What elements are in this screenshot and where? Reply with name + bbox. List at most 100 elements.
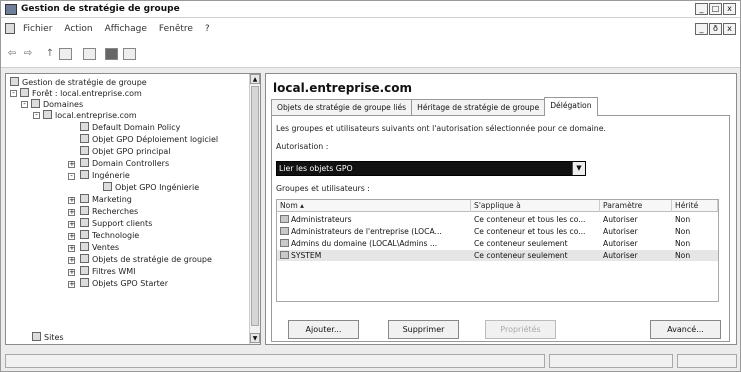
column-nom[interactable]: Nom ▴ <box>277 200 471 212</box>
child-close-button[interactable]: x <box>723 23 736 35</box>
collapse-icon[interactable]: - <box>33 112 40 119</box>
tree-item-recherches[interactable]: Recherches <box>80 206 138 217</box>
status-pane-3 <box>677 354 737 368</box>
tree-item-starter-gpo[interactable]: Objets GPO Starter <box>80 278 168 289</box>
menu-bar: Fichier Action Affichage Fenêtre ? _ ð x <box>1 18 740 41</box>
expand-icon[interactable]: + <box>68 161 75 168</box>
tab-inheritance[interactable]: Héritage de stratégie de groupe <box>411 99 546 116</box>
forward-arrow-icon[interactable]: ⇨ <box>21 47 35 61</box>
scroll-thumb[interactable] <box>251 86 259 326</box>
table-row[interactable]: Administrateurs de l'entreprise (LOCA...… <box>277 226 718 237</box>
back-arrow-icon[interactable]: ⇦ <box>5 47 19 61</box>
child-restore-button[interactable]: ð <box>709 23 722 35</box>
groups-users-list: Nom ▴ S'applique à Paramètre Hérité Admi… <box>276 199 719 302</box>
tree-item-gpo-ingenierie[interactable]: Objet GPO Ingénierie <box>103 182 199 193</box>
main-window: Gestion de stratégie de groupe _ □ x Fic… <box>0 0 741 372</box>
tree-item-gpo-container[interactable]: Objets de stratégie de groupe <box>80 254 212 265</box>
domain-icon <box>43 110 52 119</box>
console-tree: Gestion de stratégie de groupe - Forêt :… <box>5 73 261 345</box>
expand-icon[interactable]: + <box>68 221 75 228</box>
filter-folder-icon <box>80 266 89 275</box>
collapse-icon[interactable]: - <box>10 90 17 97</box>
sites-icon <box>32 332 41 341</box>
column-herite[interactable]: Hérité <box>672 200 718 212</box>
details-pane: local.entreprise.com Objets de stratégie… <box>265 73 737 345</box>
tree-item-domains[interactable]: Domaines <box>31 99 83 110</box>
maximize-button[interactable]: □ <box>709 3 722 15</box>
tree-item-support-clients[interactable]: Support clients <box>80 218 152 229</box>
tree-root[interactable]: Gestion de stratégie de groupe <box>10 77 147 88</box>
refresh-icon[interactable] <box>83 48 96 60</box>
table-row[interactable]: Admins du domaine (LOCAL\Admins ... Ce c… <box>277 238 718 249</box>
ou-icon <box>80 194 89 203</box>
tree-item-ingenerie[interactable]: Ingénerie <box>80 170 130 181</box>
tree-item-gpo-deploiement[interactable]: Objet GPO Déploiement logiciel <box>80 134 218 145</box>
tree-item-forest[interactable]: Forêt : local.entreprise.com <box>20 88 142 99</box>
scroll-up-icon[interactable]: ▲ <box>250 74 260 84</box>
tree-item-marketing[interactable]: Marketing <box>80 194 132 205</box>
close-button[interactable]: x <box>723 3 736 15</box>
table-row[interactable]: SYSTEM Ce conteneur seulement Autoriser … <box>277 250 718 261</box>
show-tree-icon[interactable] <box>59 48 72 60</box>
chevron-down-icon[interactable]: ▼ <box>572 162 585 175</box>
menu-help[interactable]: ? <box>205 24 210 34</box>
column-applies-to[interactable]: S'applique à <box>471 200 600 212</box>
delegation-panel: Les groupes et utilisateurs suivants ont… <box>271 115 730 342</box>
ou-icon <box>80 170 89 179</box>
ou-icon <box>80 242 89 251</box>
tree-item-wmi-filters[interactable]: Filtres WMI <box>80 266 136 277</box>
ou-icon <box>80 218 89 227</box>
tree-item-sites[interactable]: Sites <box>32 332 64 343</box>
sort-ascending-icon: ▴ <box>300 201 304 210</box>
group-icon <box>280 251 289 259</box>
help-icon[interactable] <box>105 48 118 60</box>
tree-scrollbar[interactable]: ▲ ▼ <box>249 74 260 344</box>
group-icon <box>280 215 289 223</box>
tree-item-domain[interactable]: local.entreprise.com <box>43 110 137 121</box>
title-bar: Gestion de stratégie de groupe _ □ x <box>1 1 740 18</box>
tree-item-ventes[interactable]: Ventes <box>80 242 119 253</box>
group-icon <box>280 239 289 247</box>
scroll-down-icon[interactable]: ▼ <box>250 333 260 343</box>
tree-item-gpo-principal[interactable]: Objet GPO principal <box>80 146 171 157</box>
tab-linked-gpos[interactable]: Objets de stratégie de groupe liés <box>271 99 413 116</box>
column-parametre[interactable]: Paramètre <box>600 200 672 212</box>
forest-icon <box>20 88 29 97</box>
status-pane-2 <box>549 354 673 368</box>
pane-title: local.entreprise.com <box>273 81 413 95</box>
starter-folder-icon <box>80 278 89 287</box>
remove-button[interactable]: Supprimer <box>388 320 459 339</box>
gpo-folder-icon <box>80 254 89 263</box>
menu-fenetre[interactable]: Fenêtre <box>159 24 193 34</box>
tab-delegation[interactable]: Délégation <box>544 97 598 116</box>
table-row[interactable]: Administrateurs Ce conteneur et tous les… <box>277 214 718 225</box>
properties-icon[interactable] <box>123 48 136 60</box>
gpo-link-icon <box>80 122 89 131</box>
collapse-icon[interactable]: - <box>21 101 28 108</box>
window-title: Gestion de stratégie de groupe <box>21 4 180 14</box>
minimize-button[interactable]: _ <box>695 3 708 15</box>
add-button[interactable]: Ajouter... <box>288 320 359 339</box>
tree-item-domain-controllers[interactable]: Domain Controllers <box>80 158 169 169</box>
properties-button[interactable]: Propriétés <box>485 320 556 339</box>
expand-icon[interactable]: + <box>68 197 75 204</box>
expand-icon[interactable]: + <box>68 257 75 264</box>
tree-item-technologie[interactable]: Technologie <box>80 230 139 241</box>
expand-icon[interactable]: + <box>68 281 75 288</box>
domains-icon <box>31 99 40 108</box>
permission-select[interactable]: Lier les objets GPO ▼ <box>276 161 586 176</box>
menu-affichage[interactable]: Affichage <box>105 24 147 34</box>
tree-item-default-domain-policy[interactable]: Default Domain Policy <box>80 122 180 133</box>
menu-fichier[interactable]: Fichier <box>23 24 52 34</box>
child-minimize-button[interactable]: _ <box>695 23 708 35</box>
expand-icon[interactable]: + <box>68 233 75 240</box>
menu-action[interactable]: Action <box>64 24 92 34</box>
delegation-description: Les groupes et utilisateurs suivants ont… <box>276 124 607 133</box>
expand-icon[interactable]: + <box>68 209 75 216</box>
advanced-button[interactable]: Avancé... <box>650 320 721 339</box>
expand-icon[interactable]: + <box>68 245 75 252</box>
expand-icon[interactable]: + <box>68 269 75 276</box>
ou-icon <box>80 158 89 167</box>
collapse-icon[interactable]: - <box>68 173 75 180</box>
up-folder-icon[interactable]: ↑ <box>43 47 57 61</box>
